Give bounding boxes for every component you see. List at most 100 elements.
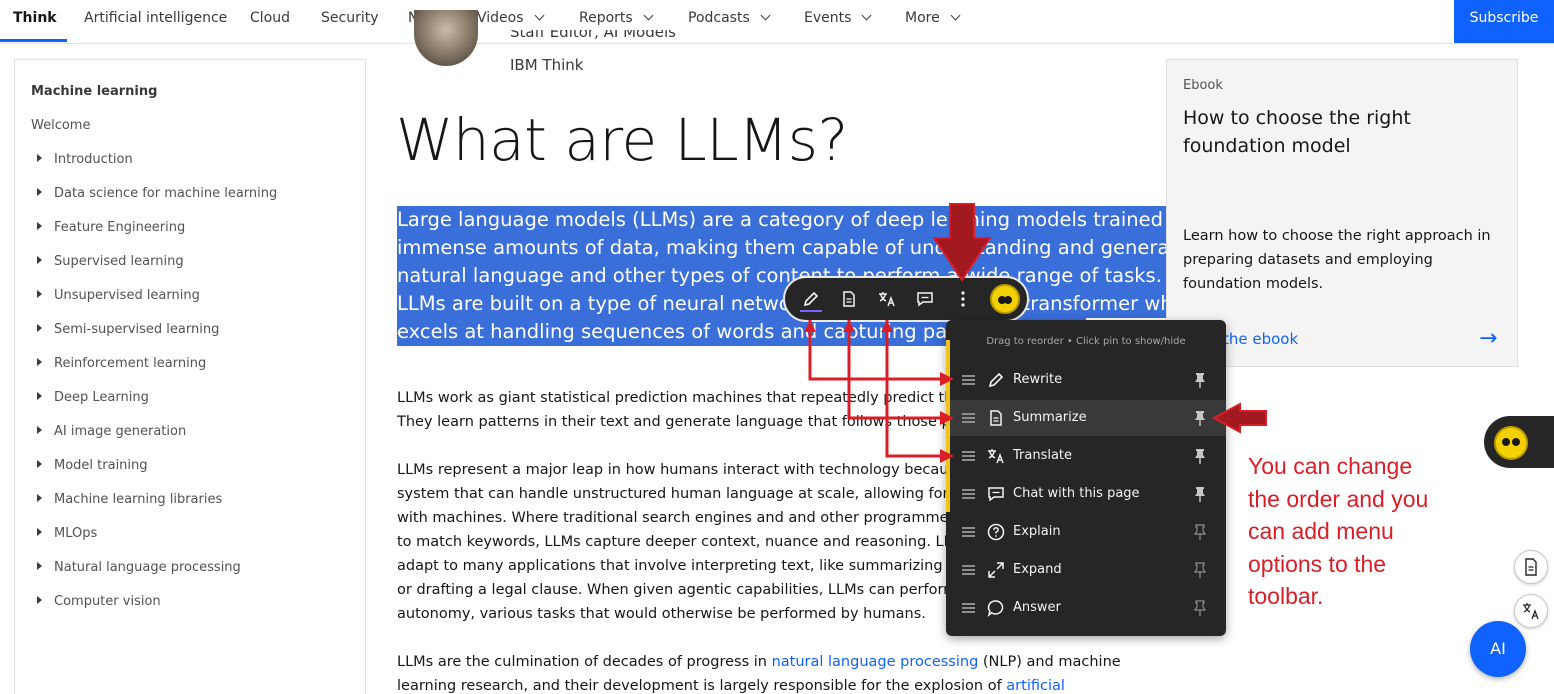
side-summarize-button[interactable] — [1514, 550, 1548, 584]
pin-outline-icon[interactable] — [1192, 599, 1208, 617]
menu-item-summarize[interactable]: Summarize — [946, 400, 1226, 436]
toolbar-summarize-button[interactable] — [836, 286, 862, 312]
pin-filled-icon[interactable] — [1192, 485, 1208, 503]
sidebar-item-label: Supervised learning — [54, 254, 184, 269]
nav-item-events-label: Events — [804, 10, 852, 26]
sidebar-item-model-training[interactable]: Model training — [37, 458, 148, 473]
pin-filled-icon[interactable] — [1192, 371, 1208, 389]
ebook-link[interactable]: the ebook — [1223, 330, 1298, 348]
sidebar-item-unsupervised-learning[interactable]: Unsupervised learning — [37, 288, 200, 303]
sidebar-item-semi-supervised-learning[interactable]: Semi-supervised learning — [37, 322, 219, 337]
ebook-title: How to choose the right foundation model — [1183, 107, 1411, 157]
toolbar-translate-button[interactable] — [874, 286, 900, 312]
menu-item-explain[interactable]: Explain — [946, 514, 1226, 550]
help-circle-icon — [987, 523, 1005, 541]
menu-hint: Drag to reorder • Click pin to show/hide — [986, 336, 1186, 347]
nav-item-podcasts[interactable]: Podcasts — [688, 0, 771, 42]
sidebar-item-deep-learning[interactable]: Deep Learning — [37, 390, 149, 405]
caret-right-icon — [37, 528, 42, 536]
highlighted-text-line[interactable]: immense amounts of data, making them cap… — [397, 234, 1214, 262]
menu-item-answer[interactable]: Answer — [946, 590, 1226, 626]
chat-icon — [988, 487, 1004, 502]
ebook-tag: Ebook — [1183, 78, 1223, 93]
sidebar-item-label: Model training — [54, 458, 148, 473]
chevron-down-icon — [861, 10, 872, 21]
nav-item-podcasts-label: Podcasts — [688, 10, 750, 26]
highlighted-text-line[interactable]: natural language and other types of cont… — [397, 262, 1168, 290]
menu-item-label: Rewrite — [1013, 372, 1063, 387]
nav-brand-think[interactable]: Think — [0, 0, 67, 42]
sidebar-item-label: Reinforcement learning — [54, 356, 207, 371]
paragraph-line: They learn patterns in their text and ge… — [397, 414, 1007, 430]
pin-outline-icon[interactable] — [1192, 523, 1208, 541]
sidebar-item-label: AI image generation — [54, 424, 187, 439]
ai-assistant-fab[interactable]: AI — [1470, 621, 1526, 677]
chevron-down-icon — [534, 10, 544, 21]
caret-right-icon — [37, 290, 42, 298]
assistant-edge-tab[interactable] — [1484, 416, 1554, 468]
drag-handle-icon[interactable] — [962, 527, 975, 537]
link-natural-language-processing[interactable]: natural language processing — [772, 654, 979, 670]
caret-right-icon — [37, 222, 42, 230]
sidebar-item-ml-libraries[interactable]: Machine learning libraries — [37, 492, 222, 507]
author-avatar — [414, 10, 478, 66]
pin-filled-icon[interactable] — [1192, 409, 1208, 427]
pin-outline-icon[interactable] — [1192, 561, 1208, 579]
subscribe-button[interactable]: Subscribe — [1454, 0, 1554, 43]
link-artificial-intelligence[interactable]: artificial — [1006, 678, 1065, 694]
paragraph-text: (NLP) and machine — [978, 654, 1121, 670]
paragraph-line: LLMs are the culmination of decades of p… — [397, 650, 1121, 674]
active-indicator — [800, 310, 822, 312]
caret-right-icon — [37, 596, 42, 604]
sidebar-item-computer-vision[interactable]: Computer vision — [37, 594, 161, 609]
caret-right-icon — [37, 460, 42, 468]
nav-item-artificial-intelligence[interactable]: Artificial intelligence — [84, 0, 227, 42]
nav-item-more[interactable]: More — [905, 0, 961, 42]
toolbar-more-button[interactable] — [950, 286, 976, 312]
sidebar-item-feature-engineering[interactable]: Feature Engineering — [37, 220, 185, 235]
menu-item-expand[interactable]: Expand — [946, 552, 1226, 588]
menu-item-chat-with-this-page[interactable]: Chat with this page — [946, 476, 1226, 512]
menu-item-label: Chat with this page — [1013, 486, 1140, 501]
side-translate-button[interactable] — [1514, 594, 1548, 628]
caret-right-icon — [37, 154, 42, 162]
drag-handle-icon[interactable] — [962, 413, 975, 423]
caret-right-icon — [37, 324, 42, 332]
sidebar-item-supervised-learning[interactable]: Supervised learning — [37, 254, 184, 269]
menu-item-label: Summarize — [1013, 410, 1087, 425]
menu-item-rewrite[interactable]: Rewrite — [946, 362, 1226, 398]
menu-item-label: Explain — [1013, 524, 1061, 539]
drag-handle-icon[interactable] — [962, 603, 975, 613]
nav-item-security[interactable]: Security — [321, 0, 379, 42]
sidebar-item-label: Semi-supervised learning — [54, 322, 220, 337]
drag-handle-icon[interactable] — [962, 451, 975, 461]
sidebar-item-mlops[interactable]: MLOps — [37, 526, 97, 541]
expand-icon — [988, 562, 1004, 578]
sidebar-item-ai-image-generation[interactable]: AI image generation — [37, 424, 186, 439]
toolbar-chat-button[interactable] — [912, 286, 938, 312]
sidebar-item-label: Computer vision — [54, 594, 161, 609]
sidebar-item-nlp[interactable]: Natural language processing — [37, 560, 241, 575]
highlighted-text-line[interactable]: Large language models (LLMs) are a categ… — [397, 206, 1200, 234]
sidebar-item-label: MLOps — [54, 526, 98, 541]
more-vertical-icon — [961, 291, 965, 307]
paragraph-text: learning research, and their development… — [397, 678, 1007, 694]
drag-handle-icon[interactable] — [962, 489, 975, 499]
bee-assistant-icon[interactable] — [990, 284, 1020, 314]
toolbar-rewrite-button[interactable] — [798, 286, 824, 312]
pin-filled-icon[interactable] — [1192, 447, 1208, 465]
sidebar-item-welcome[interactable]: Welcome — [31, 118, 90, 133]
caret-right-icon — [37, 392, 42, 400]
pencil-icon — [803, 291, 819, 307]
sidebar-item-introduction[interactable]: Introduction — [37, 152, 133, 167]
nav-item-cloud[interactable]: Cloud — [250, 0, 290, 42]
menu-item-translate[interactable]: Translate — [946, 438, 1226, 474]
nav-item-events[interactable]: Events — [804, 0, 872, 42]
sidebar-item-data-science[interactable]: Data science for machine learning — [37, 186, 277, 201]
sidebar-item-label: Feature Engineering — [54, 220, 186, 235]
sidebar-item-reinforcement-learning[interactable]: Reinforcement learning — [37, 356, 206, 371]
arrow-right-icon[interactable]: → — [1479, 326, 1497, 351]
floating-ai-toolbar — [783, 276, 1029, 322]
drag-handle-icon[interactable] — [962, 375, 975, 385]
drag-handle-icon[interactable] — [962, 565, 975, 575]
